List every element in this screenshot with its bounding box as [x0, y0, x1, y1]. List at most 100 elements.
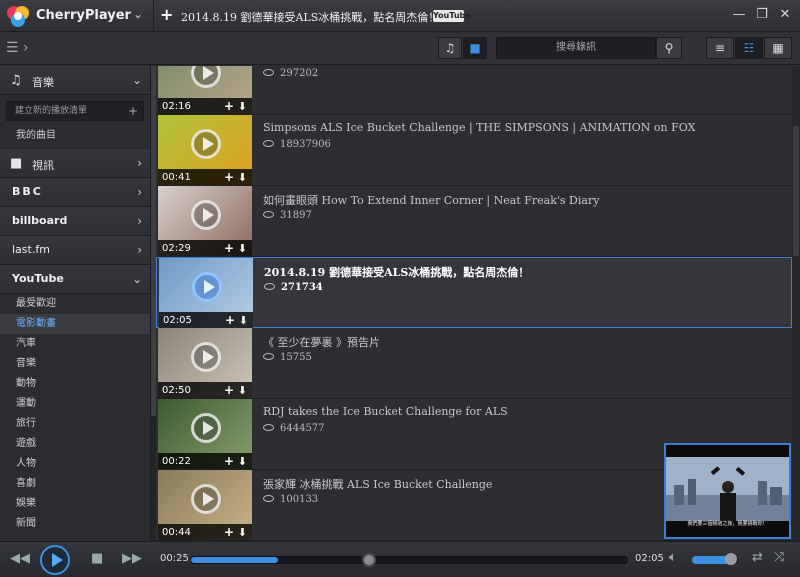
- eye-icon: [263, 424, 274, 431]
- video-title[interactable]: RDJ takes the Ice Bucket Challenge for A…: [263, 405, 508, 418]
- detail-view-icon[interactable]: ☷: [735, 37, 763, 59]
- video-mode-icon[interactable]: ■: [463, 37, 487, 59]
- sidebar-item-bbc[interactable]: BBC ›: [0, 178, 150, 207]
- minimize-button[interactable]: —: [730, 6, 748, 24]
- sidebar-category-item[interactable]: 汽車: [0, 334, 150, 354]
- seek-bar[interactable]: [190, 553, 628, 567]
- search-icon[interactable]: ⚲: [656, 37, 682, 59]
- player-controls: ◀◀ ■ ▶▶ 00:25 02:05 🔈︎ ⇄ ⤨: [0, 541, 800, 577]
- video-thumbnail[interactable]: 02:29 + ⬇: [158, 186, 252, 256]
- play-overlay-icon[interactable]: [191, 66, 221, 88]
- add-icon[interactable]: +: [224, 170, 234, 184]
- eye-icon: [263, 69, 274, 76]
- play-overlay-icon[interactable]: [191, 342, 221, 372]
- play-overlay-icon[interactable]: [191, 200, 221, 230]
- video-thumbnail[interactable]: 02:16 + ⬇: [158, 66, 252, 114]
- add-icon[interactable]: +: [225, 313, 235, 327]
- add-icon[interactable]: +: [224, 99, 234, 113]
- scrollbar-thumb[interactable]: [793, 126, 799, 256]
- grid-view-icon[interactable]: ▦: [764, 37, 792, 59]
- download-icon[interactable]: ⬇: [238, 242, 247, 255]
- volume-icon[interactable]: 🔈︎: [669, 550, 677, 565]
- shuffle-icon[interactable]: ⤨: [774, 550, 784, 565]
- video-row[interactable]: 02:50 + ⬇ 《 至少在夢裏 》預告片 15755: [156, 328, 792, 399]
- sidebar-item-music[interactable]: ♫ 音樂 ⌄: [0, 66, 150, 95]
- video-row[interactable]: 02:05 + ⬇ 2014.8.19 劉德華接受ALS冰桶挑戰，點名周杰倫！ 2717…: [156, 257, 792, 328]
- bbc-logo: BBC: [12, 185, 43, 198]
- play-overlay-icon[interactable]: [191, 413, 221, 443]
- new-playlist-input[interactable]: 建立新的播放清單 +: [6, 101, 144, 121]
- video-thumbnail[interactable]: 00:22 + ⬇: [158, 399, 252, 469]
- app-menu-chevron-icon[interactable]: ⌄: [133, 7, 143, 21]
- video-title[interactable]: 《 至少在夢裏 》預告片: [263, 334, 380, 350]
- seek-handle[interactable]: [361, 553, 376, 567]
- video-title[interactable]: Simpsons ALS Ice Bucket Challenge | THE …: [263, 121, 695, 134]
- view-count: 100133: [280, 494, 319, 505]
- video-row[interactable]: 02:16 + ⬇ 297202: [156, 66, 792, 115]
- video-thumbnail[interactable]: 00:41 + ⬇: [158, 115, 252, 185]
- sidebar-item-my-songs[interactable]: 我的曲目: [0, 125, 150, 149]
- sidebar-category-item[interactable]: 動物: [0, 374, 150, 394]
- video-duration: 00:41: [162, 172, 191, 183]
- sidebar-category-item[interactable]: 電影動畫: [0, 314, 150, 334]
- add-icon[interactable]: +: [224, 454, 234, 468]
- music-mode-icon[interactable]: ♫: [438, 37, 462, 59]
- download-icon[interactable]: ⬇: [238, 171, 247, 184]
- play-button[interactable]: [40, 545, 70, 575]
- repeat-icon[interactable]: ⇄: [752, 550, 763, 565]
- seek-bar-fill: [191, 557, 279, 563]
- sidebar-item-video[interactable]: ■ 視訊 ›: [0, 149, 150, 178]
- download-icon[interactable]: ⬇: [238, 384, 247, 397]
- previous-track-icon[interactable]: ◀◀: [10, 551, 30, 566]
- music-note-icon: ♫: [10, 73, 22, 88]
- sidebar-category-item[interactable]: 音樂: [0, 354, 150, 374]
- download-icon[interactable]: ⬇: [238, 455, 247, 468]
- video-preview[interactable]: 我們要三個頻道之後，我要挑戰你！: [664, 443, 791, 539]
- sidebar-category-item[interactable]: 旅行: [0, 414, 150, 434]
- eye-icon: [264, 283, 275, 290]
- video-thumbnail[interactable]: 02:50 + ⬇: [158, 328, 252, 398]
- add-icon[interactable]: +: [224, 525, 234, 539]
- add-to-playlist-icon[interactable]: +: [160, 5, 173, 24]
- view-count: 31897: [280, 210, 312, 221]
- sidebar-category-item[interactable]: 喜劇: [0, 474, 150, 494]
- close-button[interactable]: ✕: [776, 6, 794, 24]
- download-icon[interactable]: ⬇: [238, 100, 247, 113]
- play-overlay-icon[interactable]: [191, 484, 221, 514]
- video-title[interactable]: 如何畫眼頭 How To Extend Inner Corner | Neat …: [263, 192, 599, 208]
- video-thumbnail[interactable]: 02:05 + ⬇: [159, 258, 253, 328]
- sidebar-item-lastfm[interactable]: last.fm ›: [0, 236, 150, 265]
- view-count: 271734: [281, 282, 323, 293]
- play-overlay-icon[interactable]: [192, 272, 222, 302]
- stop-icon[interactable]: ■: [91, 551, 103, 566]
- download-icon[interactable]: ⬇: [238, 526, 247, 539]
- video-duration: 00:22: [162, 456, 191, 467]
- sidebar-item-billboard[interactable]: billboard ›: [0, 207, 150, 236]
- sidebar-category-item[interactable]: 最受歡迎: [0, 294, 150, 314]
- add-playlist-icon[interactable]: +: [128, 102, 138, 120]
- sidebar-category-item[interactable]: 娛樂: [0, 494, 150, 514]
- list-view-icon[interactable]: ≡: [706, 37, 734, 59]
- add-icon[interactable]: +: [224, 383, 234, 397]
- video-row[interactable]: 00:41 + ⬇ Simpsons ALS Ice Bucket Challenge…: [156, 115, 792, 186]
- download-icon[interactable]: ⬇: [239, 314, 248, 327]
- video-thumbnail[interactable]: 00:44 + ⬇: [158, 470, 252, 540]
- search-input[interactable]: 搜尋錄訊: [496, 37, 656, 59]
- next-track-icon[interactable]: ▶▶: [122, 551, 142, 566]
- sidebar-toggle-icon[interactable]: ☰ ›: [6, 40, 29, 56]
- video-title[interactable]: 張家輝 冰桶挑戰 ALS Ice Bucket Challenge: [263, 476, 492, 492]
- play-overlay-icon[interactable]: [191, 129, 221, 159]
- sidebar-category-item[interactable]: 新聞: [0, 514, 150, 534]
- restore-button[interactable]: ❐: [753, 6, 771, 24]
- sidebar-category-item[interactable]: 遊戲: [0, 434, 150, 454]
- video-title[interactable]: 2014.8.19 劉德華接受ALS冰桶挑戰，點名周杰倫！: [264, 264, 529, 280]
- content-scrollbar[interactable]: [792, 66, 800, 541]
- sidebar-category-item[interactable]: 人物: [0, 454, 150, 474]
- add-icon[interactable]: +: [224, 241, 234, 255]
- video-row[interactable]: 02:29 + ⬇ 如何畫眼頭 How To Extend Inner Corner …: [156, 186, 792, 257]
- sidebar-category-item[interactable]: 運動: [0, 394, 150, 414]
- volume-slider[interactable]: [692, 553, 738, 565]
- volume-handle[interactable]: [725, 553, 738, 565]
- sidebar-item-youtube[interactable]: YouTube ⌄: [0, 265, 150, 294]
- view-count: 6444577: [280, 423, 325, 434]
